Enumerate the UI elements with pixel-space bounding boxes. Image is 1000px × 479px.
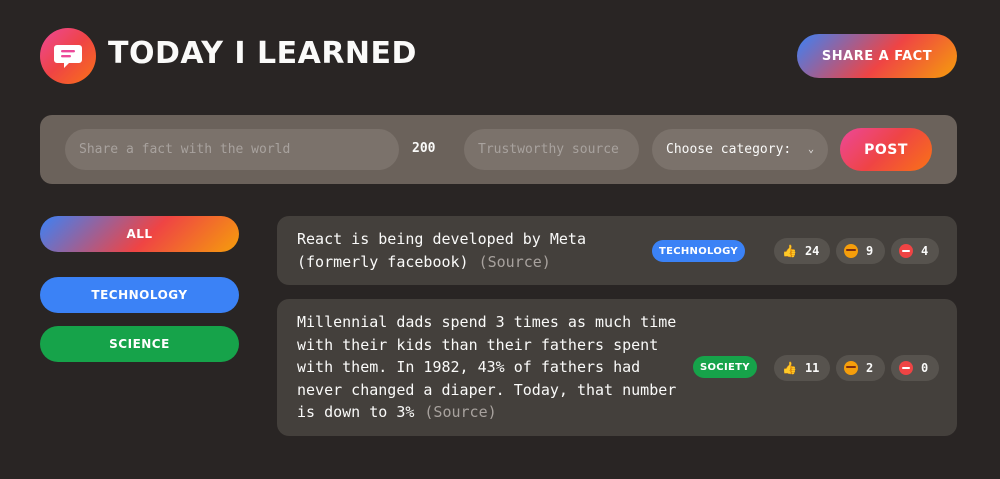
- vote-interesting-button[interactable]: 👍 24: [774, 238, 830, 264]
- app-title: Today I Learned: [108, 36, 417, 71]
- thumbs-up-icon: 👍: [782, 244, 797, 258]
- vote-false-button[interactable]: 4: [891, 238, 939, 264]
- speech-bubble-icon: [54, 45, 82, 68]
- post-button[interactable]: Post: [840, 128, 932, 171]
- mind-blown-icon: [844, 361, 858, 375]
- fact-text-input[interactable]: [65, 129, 399, 170]
- source-link[interactable]: (Source): [424, 403, 496, 421]
- thumbs-up-icon: 👍: [782, 361, 797, 375]
- vote-count: 11: [804, 361, 820, 375]
- category-tag: Society: [693, 356, 757, 378]
- category-button-science[interactable]: Science: [40, 326, 239, 362]
- vote-count: 24: [804, 244, 820, 258]
- vote-false-button[interactable]: 0: [891, 355, 939, 381]
- vote-count: 4: [921, 244, 929, 258]
- fact-item: React is being developed by Meta (former…: [277, 216, 957, 285]
- source-link[interactable]: (Source): [479, 253, 551, 271]
- no-entry-icon: [899, 244, 913, 258]
- fact-text: Millennial dads spend 3 times as much ti…: [297, 311, 677, 424]
- vote-buttons: 👍 24 9 4: [774, 238, 939, 264]
- mind-blown-icon: [844, 244, 858, 258]
- vote-count: 9: [866, 244, 874, 258]
- vote-count: 2: [866, 361, 874, 375]
- new-fact-form: 200 Choose category: ⌄ Post: [40, 115, 957, 184]
- logo: [40, 28, 96, 84]
- vote-mindblowing-button[interactable]: 2: [836, 355, 885, 381]
- category-tag: Technology: [652, 240, 745, 262]
- share-fact-button[interactable]: Share a fact: [797, 34, 957, 78]
- category-button-all[interactable]: All: [40, 216, 239, 252]
- source-input[interactable]: [464, 129, 639, 170]
- category-button-technology[interactable]: Technology: [40, 277, 239, 313]
- fact-item: Millennial dads spend 3 times as much ti…: [277, 299, 957, 436]
- vote-buttons: 👍 11 2 0: [774, 355, 939, 381]
- chevron-down-icon: ⌄: [807, 144, 814, 155]
- category-select-label: Choose category:: [666, 142, 792, 157]
- header: Today I Learned Share a fact: [40, 28, 957, 84]
- vote-mindblowing-button[interactable]: 9: [836, 238, 885, 264]
- char-count: 200: [412, 141, 436, 156]
- vote-interesting-button[interactable]: 👍 11: [774, 355, 830, 381]
- fact-text: React is being developed by Meta (former…: [297, 228, 642, 273]
- no-entry-icon: [899, 361, 913, 375]
- category-select[interactable]: Choose category: ⌄: [652, 129, 828, 170]
- vote-count: 0: [921, 361, 929, 375]
